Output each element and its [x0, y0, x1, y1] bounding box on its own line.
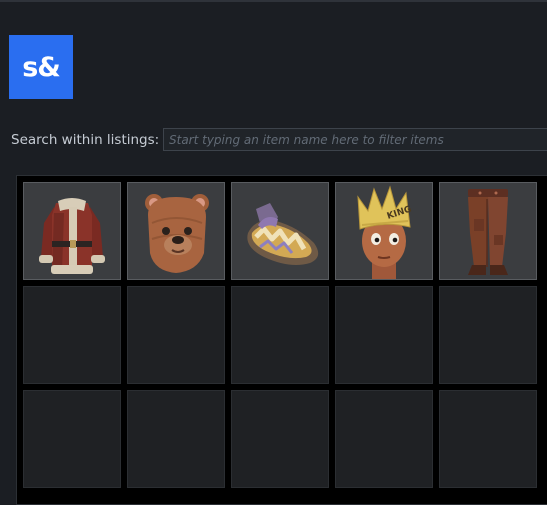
- item-slot[interactable]: [23, 182, 121, 280]
- empty-slot[interactable]: [127, 390, 225, 488]
- empty-slot[interactable]: [23, 390, 121, 488]
- paper-crown-icon: KING: [357, 185, 413, 279]
- avatar[interactable]: s&: [9, 35, 73, 99]
- santa-jacket-icon: [39, 198, 105, 274]
- item-slot[interactable]: [127, 182, 225, 280]
- empty-slot[interactable]: [127, 286, 225, 384]
- empty-slot[interactable]: [23, 286, 121, 384]
- top-divider: [0, 0, 547, 2]
- inventory-panel: KING: [16, 175, 547, 505]
- empty-slot[interactable]: [439, 286, 537, 384]
- empty-slot[interactable]: [231, 286, 329, 384]
- bear-mask-icon: [145, 194, 209, 273]
- empty-slot[interactable]: [335, 390, 433, 488]
- item-slot[interactable]: [231, 182, 329, 280]
- empty-slot[interactable]: [335, 286, 433, 384]
- empty-slot[interactable]: [231, 390, 329, 488]
- item-slot[interactable]: KING: [335, 182, 433, 280]
- search-label: Search within listings:: [11, 132, 160, 148]
- avatar-text: s&: [22, 51, 61, 83]
- search-input[interactable]: [163, 128, 547, 151]
- brown-pants-icon: [468, 189, 508, 275]
- slippers-icon: [247, 203, 319, 265]
- item-slot[interactable]: [439, 182, 537, 280]
- inventory-grid: KING: [23, 182, 537, 488]
- empty-slot[interactable]: [439, 390, 537, 488]
